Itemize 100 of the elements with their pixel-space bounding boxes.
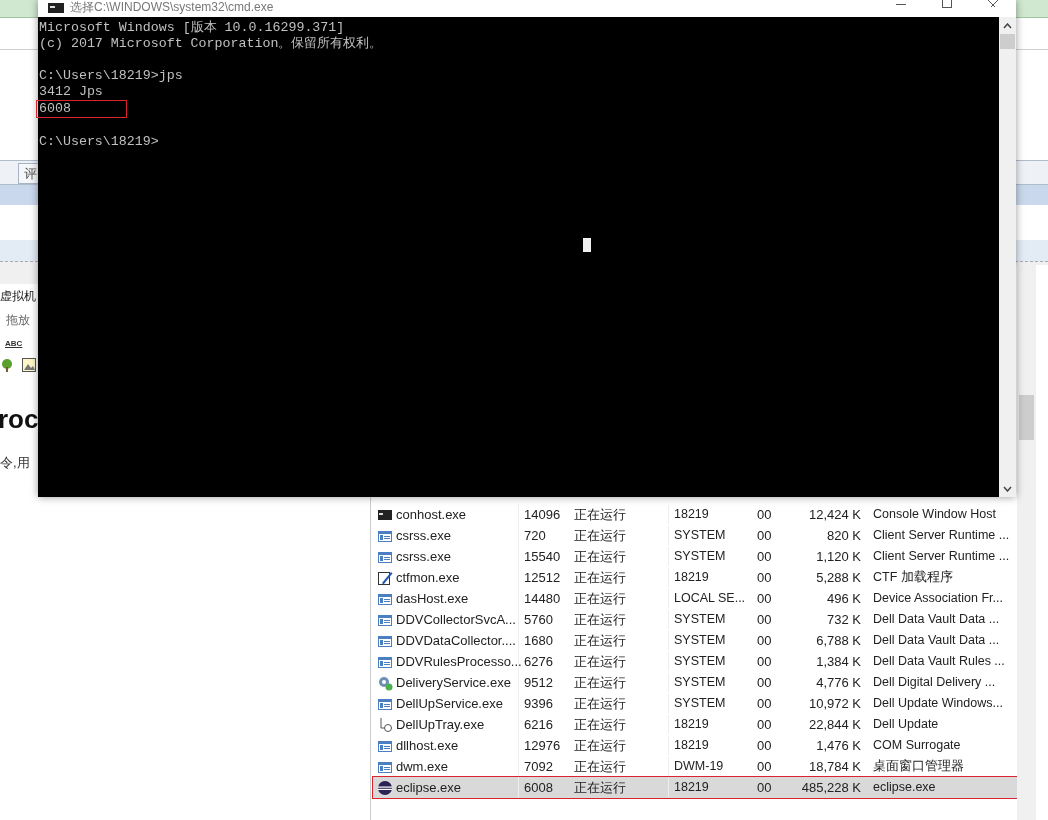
- process-row[interactable]: dasHost.exe 14480 正在运行 LOCAL SE... 00 496 K Device Association Fr...: [373, 588, 1017, 609]
- user-cell-text: SYSTEM: [673, 695, 727, 713]
- process-name: DeliveryService.exe: [396, 673, 511, 692]
- console-scrollbar[interactable]: [999, 17, 1016, 497]
- pid-cell-text: 15540: [523, 547, 562, 566]
- process-name: dwm.exe: [396, 757, 449, 776]
- tree-icon: [0, 358, 14, 372]
- user-cell-text: DWM-19: [673, 758, 725, 776]
- status-cell: 正在运行: [569, 546, 669, 567]
- user-cell-text: 18219: [673, 569, 710, 587]
- close-icon: [988, 0, 998, 7]
- user-cell-text: 18219: [673, 737, 710, 755]
- status-cell: 正在运行: [569, 651, 669, 672]
- memory-cell-text: 5,288 K: [815, 568, 862, 587]
- status-cell: 正在运行: [569, 630, 669, 651]
- process-name: dllhost.exe: [396, 736, 459, 755]
- scroll-thumb[interactable]: [1019, 395, 1034, 440]
- description-cell-text: Dell Update Windows...: [872, 695, 1004, 713]
- status-cell: 正在运行: [569, 672, 669, 693]
- pid-cell-text: 14480: [523, 589, 562, 608]
- description-cell-text: Client Server Runtime ...: [872, 548, 1011, 566]
- memory-cell-text: 1,384 K: [815, 652, 862, 671]
- process-row[interactable]: DDVRulesProcesso... 6276 正在运行 SYSTEM 00 1,384 K Dell Data Vault Rules ...: [373, 651, 1017, 672]
- status-cell: 正在运行: [569, 567, 669, 588]
- console-line: C:\Users\18219>jps: [39, 67, 183, 84]
- hint-text: 拖放: [5, 312, 30, 329]
- user-cell-text: SYSTEM: [673, 653, 727, 671]
- status-cell: 正在运行: [569, 714, 669, 735]
- process-row[interactable]: DellUpService.exe 9396 正在运行 SYSTEM 00 10,972 K Dell Update Windows...: [373, 693, 1017, 714]
- pid-cell-text: 12976: [523, 736, 562, 755]
- console-icon: [48, 3, 64, 13]
- memory-cell-text: 10,972 K: [807, 694, 862, 713]
- process-name: dasHost.exe: [396, 589, 469, 608]
- user-cell-text: 18219: [673, 779, 710, 797]
- window-title: 选择C:\WINDOWS\system32\cmd.exe: [70, 0, 274, 14]
- memory-cell-text: 732 K: [826, 610, 862, 629]
- cpu-cell-text: 00: [756, 673, 773, 692]
- process-name: DellUpTray.exe: [396, 715, 485, 734]
- process-row[interactable]: DDVCollectorSvcA... 5760 正在运行 SYSTEM 00 732 K Dell Data Vault Data ...: [373, 609, 1017, 630]
- user-cell-text: SYSTEM: [673, 527, 727, 545]
- field-label: 虚拟机: [0, 288, 36, 305]
- user-cell-text: SYSTEM: [673, 632, 727, 650]
- memory-cell-text: 1,476 K: [815, 736, 862, 755]
- process-name: DDVDataCollector....: [396, 631, 516, 650]
- scroll-down-icon[interactable]: [1003, 486, 1012, 492]
- user-cell-text: SYSTEM: [673, 611, 727, 629]
- cpu-cell-text: 00: [756, 715, 773, 734]
- pid-cell-text: 9396: [523, 694, 554, 713]
- cpu-cell-text: 00: [756, 589, 773, 608]
- process-row[interactable]: DellUpTray.exe 6216 正在运行 18219 00 22,844 K Dell Update: [373, 714, 1017, 735]
- process-row[interactable]: DDVDataCollector.... 1680 正在运行 SYSTEM 00 6,788 K Dell Data Vault Data ...: [373, 630, 1017, 651]
- process-row[interactable]: dllhost.exe 12976 正在运行 18219 00 1,476 K COM Surrogate: [373, 735, 1017, 756]
- comment-tab[interactable]: 评: [18, 163, 38, 184]
- status-cell: 正在运行: [569, 504, 669, 525]
- process-name: ctfmon.exe: [396, 568, 460, 587]
- scrollbar[interactable]: [1017, 265, 1036, 820]
- pid-cell-text: 6216: [523, 715, 554, 734]
- process-name: csrss.exe: [396, 526, 451, 545]
- process-row[interactable]: DeliveryService.exe 9512 正在运行 SYSTEM 00 4,776 K Dell Digital Delivery ...: [373, 672, 1017, 693]
- process-name: DDVRulesProcesso...: [396, 652, 522, 671]
- status-cell: 正在运行: [569, 609, 669, 630]
- description-cell-text: Console Window Host: [872, 506, 997, 524]
- user-cell-text: 18219: [673, 716, 710, 734]
- cpu-cell-text: 00: [756, 547, 773, 566]
- scroll-thumb[interactable]: [1000, 34, 1015, 49]
- pid-cell-text: 5760: [523, 610, 554, 629]
- status-cell: 正在运行: [569, 777, 669, 798]
- process-row[interactable]: eclipse.exe 6008 正在运行 18219 00 485,228 K eclipse.exe: [373, 777, 1017, 798]
- tray-icon: [377, 716, 393, 733]
- pid-cell-text: 12512: [523, 568, 562, 587]
- scroll-up-icon[interactable]: [1003, 23, 1012, 29]
- pid-cell-text: 6008: [523, 778, 554, 797]
- cpu-cell-text: 00: [756, 505, 773, 524]
- status-cell: 正在运行: [569, 693, 669, 714]
- cpu-cell-text: 00: [756, 694, 773, 713]
- process-row[interactable]: conhost.exe 14096 正在运行 18219 00 12,424 K Console Window Host: [373, 504, 1017, 525]
- memory-cell-text: 496 K: [826, 589, 862, 608]
- cpu-cell-text: 00: [756, 736, 773, 755]
- status-cell: 正在运行: [569, 588, 669, 609]
- process-row[interactable]: ctfmon.exe 12512 正在运行 18219 00 5,288 K CTF 加载程序: [373, 567, 1017, 588]
- user-cell-text: 18219: [673, 506, 710, 524]
- description-cell-text: Dell Data Vault Data ...: [872, 632, 1001, 650]
- paragraph: 令,用: [0, 454, 30, 472]
- user-cell-text: SYSTEM: [673, 548, 727, 566]
- console-line: (c) 2017 Microsoft Corporation。保留所有权利。: [39, 36, 383, 52]
- cpu-cell-text: 00: [756, 526, 773, 545]
- cpu-cell-text: 00: [756, 778, 773, 797]
- text-cursor: [583, 238, 591, 252]
- heading: roc: [0, 403, 39, 436]
- description-cell-text: Dell Digital Delivery ...: [872, 674, 997, 692]
- status-cell: 正在运行: [569, 735, 669, 756]
- process-row[interactable]: csrss.exe 15540 正在运行 SYSTEM 00 1,120 K Client Server Runtime ...: [373, 546, 1017, 567]
- image-icon: [22, 358, 36, 372]
- memory-cell-text: 820 K: [826, 526, 862, 545]
- cpu-cell-text: 00: [756, 610, 773, 629]
- description-cell-text: Device Association Fr...: [872, 590, 1004, 608]
- description-cell-text: Dell Data Vault Rules ...: [872, 653, 1006, 671]
- console-line: Microsoft Windows [版本 10.0.16299.371]: [39, 20, 345, 36]
- process-row[interactable]: csrss.exe 720 正在运行 SYSTEM 00 820 K Client Server Runtime ...: [373, 525, 1017, 546]
- process-name: DellUpService.exe: [396, 694, 503, 713]
